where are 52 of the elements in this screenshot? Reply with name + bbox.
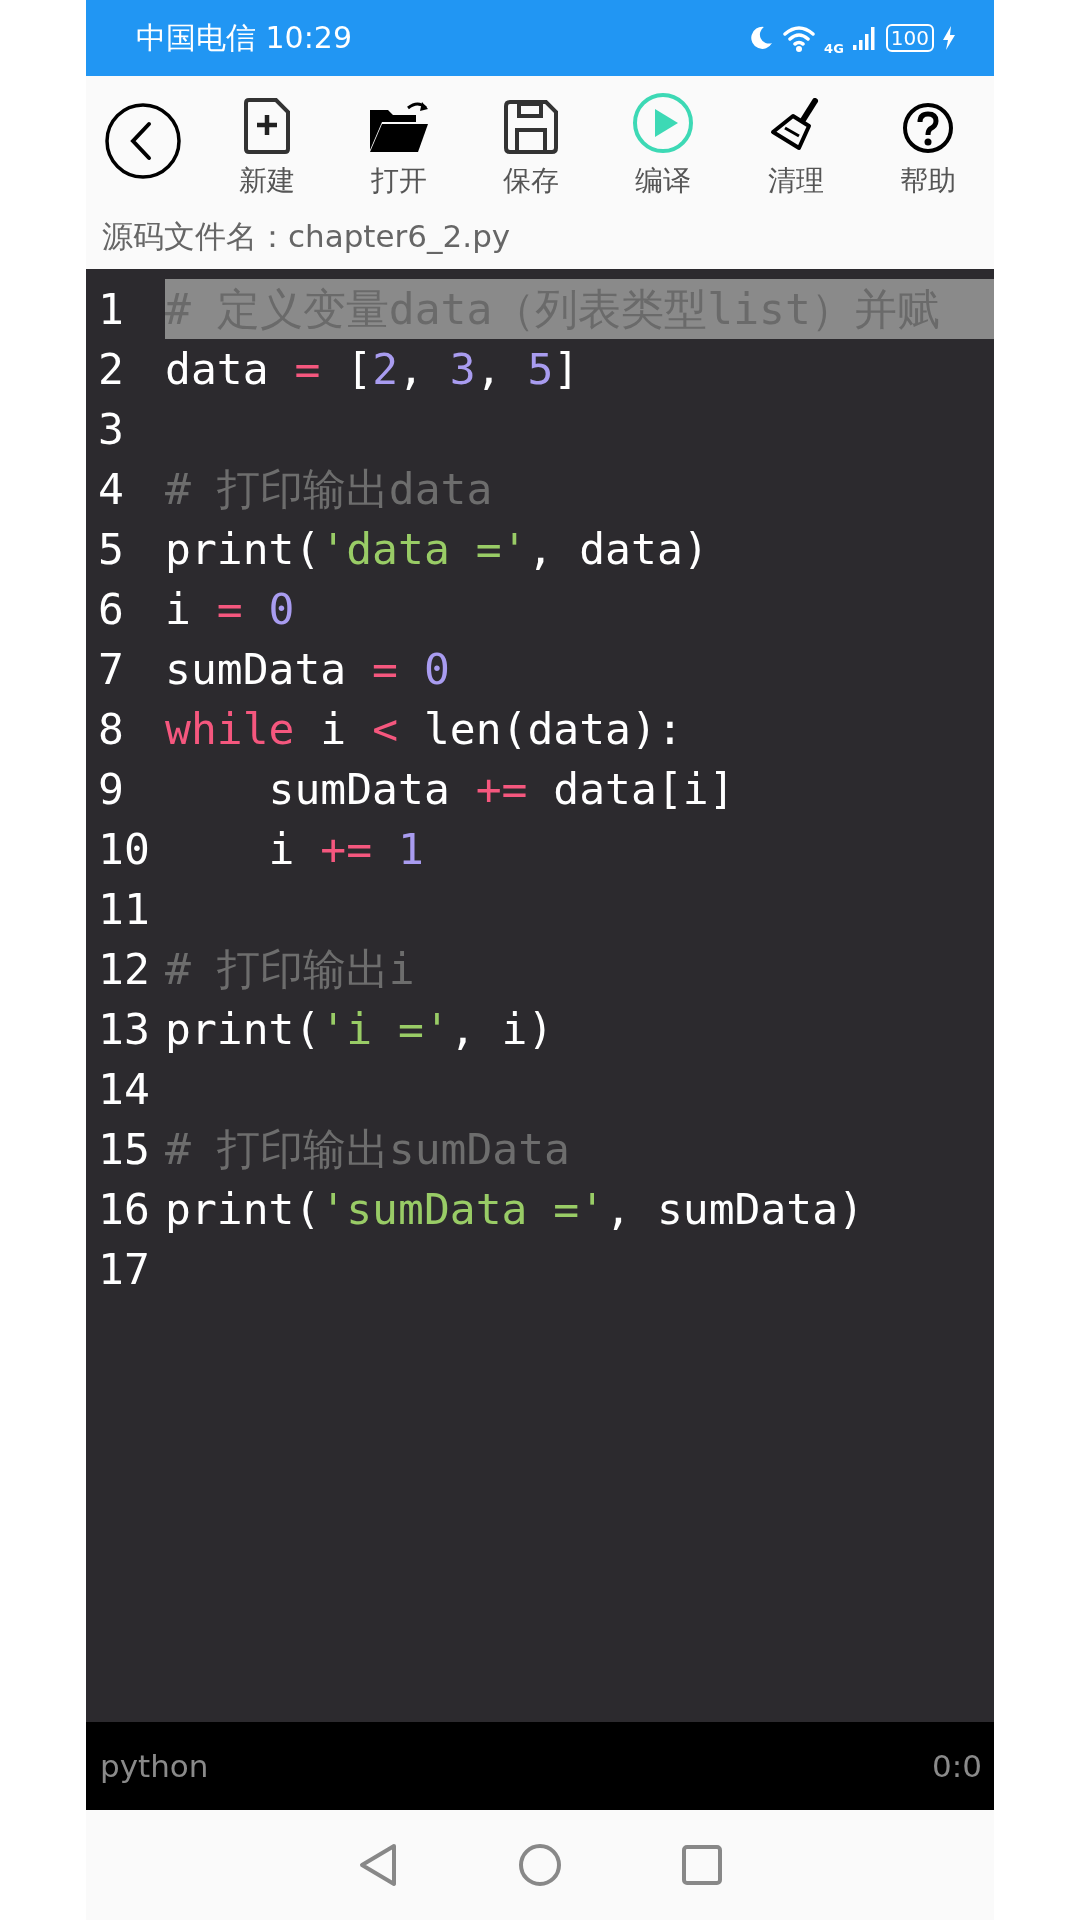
back-button[interactable]: [104, 101, 183, 180]
recents-icon[interactable]: [682, 1845, 722, 1885]
line-number: 4: [97, 464, 125, 514]
back-icon[interactable]: [358, 1843, 398, 1887]
file-name: 源码文件名：chapter6_2.py: [102, 217, 511, 256]
moon-icon: [748, 25, 775, 51]
toolbar-button[interactable]: 保存: [464, 81, 598, 200]
code-line: i = 0: [165, 583, 295, 636]
signal-icon: [851, 25, 878, 51]
language-label: python: [100, 1748, 209, 1784]
line-number: 10: [97, 824, 151, 874]
help-icon: [901, 101, 954, 154]
code-line: # 打印输出data: [165, 463, 493, 516]
line-number: 5: [97, 524, 125, 574]
line-number: 1: [97, 284, 125, 334]
code-line: sumData = 0: [165, 643, 450, 696]
code-line: # 打印输出i: [165, 943, 415, 996]
carrier-time: 中国电信 10:29: [136, 18, 353, 57]
line-number: 17: [97, 1244, 151, 1294]
line-number: 13: [97, 1004, 151, 1054]
new-file-icon: [243, 97, 290, 154]
code-line: print('data =', data): [165, 523, 709, 576]
toolbar-button[interactable]: 打开: [332, 81, 465, 200]
line-number: 7: [97, 644, 125, 694]
code-line: # 打印输出sumData: [165, 1123, 570, 1176]
toolbar-button[interactable]: 帮助: [861, 81, 994, 200]
cursor-position: 0:0: [932, 1748, 982, 1784]
code-line: i += 1: [267, 823, 424, 876]
code-line: while i < len(data):: [165, 703, 683, 756]
line-number: 3: [97, 404, 125, 454]
line-number: 2: [97, 344, 125, 394]
battery-level: 100: [885, 24, 934, 52]
code-line: data = [2, 3, 5]: [165, 343, 580, 396]
charging-icon: [942, 25, 956, 51]
code-line: sumData += data[i]: [267, 763, 735, 816]
toolbar-button[interactable]: 清理: [729, 81, 862, 200]
home-icon[interactable]: [518, 1843, 562, 1887]
line-number: 11: [97, 884, 151, 934]
toolbar-button[interactable]: 新建: [200, 81, 333, 200]
line-number: 8: [97, 704, 125, 754]
network-type: 4G: [824, 40, 844, 56]
code-line: print('sumData =', sumData): [165, 1183, 864, 1236]
wifi-icon: [782, 24, 817, 52]
line-number: 12: [97, 944, 151, 994]
line-number: 14: [97, 1064, 151, 1114]
line-number: 9: [97, 764, 125, 814]
line-number: 15: [97, 1124, 151, 1174]
code-line: print('i =', i): [165, 1003, 554, 1056]
toolbar-button[interactable]: 编译: [597, 81, 730, 200]
line-number: 16: [97, 1184, 151, 1234]
line-number: 6: [97, 584, 125, 634]
play-icon: [632, 91, 695, 154]
